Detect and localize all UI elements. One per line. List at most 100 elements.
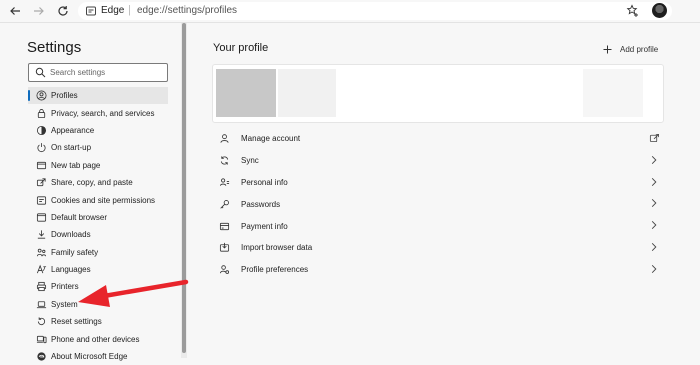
profile-settings-list: Manage account Sync Personal info Passwords… <box>212 128 662 281</box>
sidebar-item-printers[interactable]: Printers <box>28 278 168 295</box>
sync-icon <box>220 156 228 165</box>
row-sync[interactable]: Sync <box>212 150 662 172</box>
address-url[interactable]: edge://settings/profiles <box>137 5 237 16</box>
sidebar-item-on-start-up[interactable]: On start-up <box>28 139 168 156</box>
sidebar-item-label: Appearance <box>51 125 95 135</box>
add-profile-button[interactable]: Add profile <box>603 43 658 55</box>
row-trail <box>649 220 659 230</box>
search-settings-box[interactable] <box>28 63 168 82</box>
settings-title: Settings <box>27 39 82 56</box>
sidebar-item-label: Phone and other devices <box>51 334 140 344</box>
new-tab-icon-wrap <box>35 159 47 171</box>
main-content: Your profile Add profile Manage account S… <box>187 23 700 358</box>
sidebar-item-label: New tab page <box>51 160 101 170</box>
phone-icon <box>36 335 46 343</box>
download-icon-wrap <box>35 229 47 241</box>
power-icon <box>36 143 46 153</box>
scrollbar-thumb[interactable] <box>182 23 186 353</box>
sidebar-item-reset-settings[interactable]: Reset settings <box>28 313 168 330</box>
sidebar-item-label: On start-up <box>51 143 92 153</box>
add-profile-label: Add profile <box>620 44 659 54</box>
settings-sidebar: Settings Profiles Privacy, search, and se… <box>0 23 181 361</box>
settings-menu: Profiles Privacy, search, and services App… <box>28 87 168 365</box>
sidebar-item-languages[interactable]: Languages <box>28 261 168 278</box>
sidebar-item-profiles[interactable]: Profiles <box>28 87 168 105</box>
sidebar-item-share-copy-and-paste[interactable]: Share, copy, and paste <box>28 174 168 191</box>
profile-icon-wrap <box>35 90 47 102</box>
sidebar-item-label: Profiles <box>51 91 78 101</box>
cookie-icon-wrap <box>35 194 47 206</box>
id-card-icon <box>219 178 229 186</box>
row-import-browser-data[interactable]: Import browser data <box>212 237 662 259</box>
row-label: Payment info <box>241 221 288 231</box>
search-input[interactable] <box>50 65 160 79</box>
sidebar-item-default-browser[interactable]: Default browser <box>28 209 168 226</box>
edge-icon-wrap <box>35 351 47 363</box>
row-personal-info[interactable]: Personal info <box>212 172 662 194</box>
row-passwords[interactable]: Passwords <box>212 193 662 215</box>
sidebar-item-cookies-and-site-permissions[interactable]: Cookies and site permissions <box>28 191 168 208</box>
printer-icon-wrap <box>35 281 47 293</box>
back-button[interactable] <box>7 3 23 19</box>
edge-icon <box>36 352 46 361</box>
sidebar-item-label: Default browser <box>51 212 108 222</box>
share-icon-wrap <box>35 177 47 189</box>
forward-button[interactable] <box>31 3 47 19</box>
sidebar-item-appearance[interactable]: Appearance <box>28 122 168 139</box>
sidebar-item-downloads[interactable]: Downloads <box>28 226 168 243</box>
sidebar-item-system[interactable]: System <box>28 296 168 313</box>
row-payment-info[interactable]: Payment info <box>212 215 662 237</box>
row-label: Sync <box>241 156 259 166</box>
sidebar-item-phone-and-other-devices[interactable]: Phone and other devices <box>28 330 168 347</box>
key-icon-wrap <box>218 198 230 210</box>
sidebar-item-privacy-search-and-services[interactable]: Privacy, search, and services <box>28 104 168 121</box>
sidebar-item-label: Languages <box>51 265 91 275</box>
sidebar-item-label: Family safety <box>51 247 99 257</box>
profile-action-redacted <box>583 69 643 117</box>
avatar[interactable] <box>652 3 667 18</box>
appearance-icon-wrap <box>35 124 47 136</box>
cookie-icon <box>36 195 46 205</box>
chevron-right-icon <box>651 155 657 164</box>
key-icon <box>219 199 229 209</box>
lock-icon <box>37 108 45 118</box>
row-trail <box>649 177 659 187</box>
page-title: Your profile <box>213 42 269 54</box>
profile-settings-icon-wrap <box>218 264 230 276</box>
language-icon <box>36 264 46 274</box>
arrow-left-icon <box>10 7 20 15</box>
profile-picture-redacted <box>216 69 276 117</box>
profile-icon <box>36 90 46 101</box>
chevron-right-icon <box>651 264 657 273</box>
family-icon <box>36 248 46 257</box>
chevron-right-icon <box>651 243 657 251</box>
page-info-icon[interactable] <box>85 5 97 17</box>
row-profile-preferences[interactable]: Profile preferences <box>212 259 662 281</box>
chevron-right-icon <box>651 177 657 186</box>
printer-icon <box>36 282 46 292</box>
favorite-star-icon[interactable] <box>626 4 640 18</box>
lock-icon-wrap <box>35 107 47 119</box>
address-brand: Edge <box>101 5 125 16</box>
address-bar[interactable]: Edge | edge://settings/profiles <box>78 2 672 20</box>
sidebar-item-label: Privacy, search, and services <box>51 108 155 118</box>
family-icon-wrap <box>35 246 47 258</box>
import-icon-wrap <box>218 242 230 254</box>
refresh-button[interactable] <box>55 3 71 19</box>
sidebar-item-about-microsoft-edge[interactable]: About Microsoft Edge <box>28 348 168 365</box>
row-trail <box>649 264 659 274</box>
row-trail <box>649 198 659 208</box>
row-trail <box>649 155 659 165</box>
person-icon <box>219 134 229 144</box>
arrow-right-icon <box>34 7 44 15</box>
person-icon-wrap <box>218 133 230 145</box>
row-manage-account[interactable]: Manage account <box>212 128 662 150</box>
import-icon <box>219 243 229 252</box>
sync-icon-wrap <box>218 155 230 167</box>
card-icon-wrap <box>218 220 230 232</box>
appearance-icon <box>36 125 46 136</box>
sidebar-item-family-safety[interactable]: Family safety <box>28 244 168 261</box>
sidebar-item-new-tab-page[interactable]: New tab page <box>28 157 168 174</box>
profile-settings-icon <box>219 265 229 275</box>
sidebar-item-label: Printers <box>51 282 79 292</box>
